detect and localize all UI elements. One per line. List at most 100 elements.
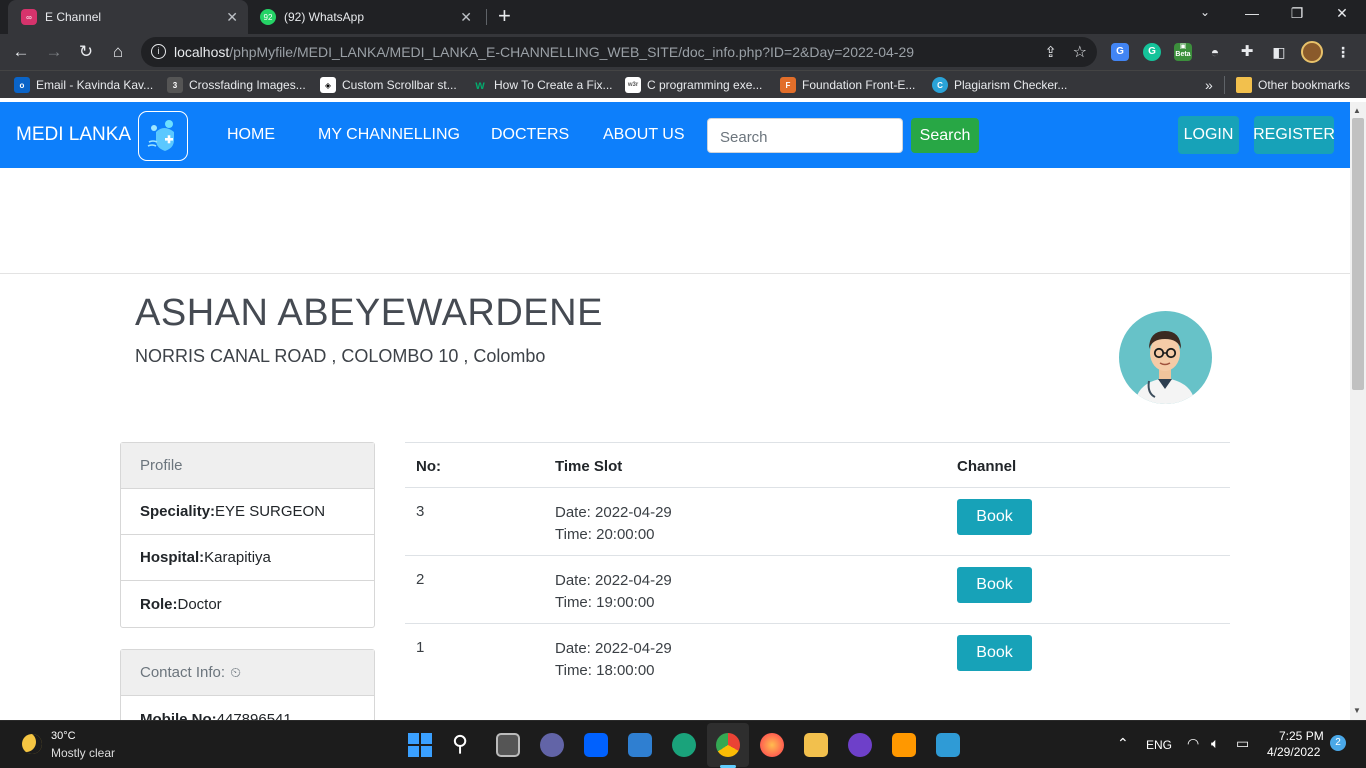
- doctor-name: ASHAN ABEYEWARDENE: [135, 292, 603, 334]
- tab-e-channel[interactable]: ∞ E Channel ✕: [8, 0, 248, 34]
- weather-temp[interactable]: 30°C: [51, 730, 76, 742]
- hospital-row: Hospital: Karapitiya: [121, 535, 374, 581]
- search-button[interactable]: Search: [911, 118, 979, 153]
- slot-hour: Time: 20:00:00: [555, 526, 655, 543]
- slot-time: Date: 2022-04-29 Time: 20:00:00: [555, 502, 672, 546]
- browser-menu-icon[interactable]: ⋮: [1334, 43, 1352, 61]
- slot-no: 2: [416, 571, 425, 588]
- beta-extension-icon[interactable]: ▣ Beta: [1174, 43, 1192, 61]
- language-indicator[interactable]: ENG: [1146, 738, 1172, 752]
- scrollbar-thumb[interactable]: [1352, 118, 1364, 390]
- bookmark-item[interactable]: 3 Crossfading Images...: [167, 76, 306, 94]
- book-button[interactable]: Book: [957, 635, 1032, 671]
- other-bookmarks[interactable]: Other bookmarks: [1236, 76, 1350, 94]
- extensions-puzzle-icon[interactable]: ✚: [1238, 43, 1256, 61]
- restore-button[interactable]: ❐: [1285, 5, 1309, 22]
- notification-badge[interactable]: 2: [1330, 735, 1346, 751]
- profile-avatar-icon[interactable]: [1301, 41, 1323, 63]
- share-icon[interactable]: ⇪: [1044, 43, 1057, 61]
- nav-home[interactable]: HOME: [227, 126, 275, 144]
- site-brand[interactable]: MEDI LANKA: [16, 124, 131, 146]
- tab-search-icon[interactable]: ⌄: [1193, 5, 1217, 19]
- clock-date[interactable]: 4/29/2022: [1267, 745, 1320, 759]
- medi-lanka-logo-icon[interactable]: [138, 111, 188, 161]
- nav-doctors[interactable]: DOCTERS: [491, 126, 569, 144]
- hospital-label: Hospital:: [140, 549, 205, 566]
- url-path: /phpMyfile/MEDI_LANKA/MEDI_LANKA_E-CHANN…: [229, 44, 915, 60]
- bookmark-item[interactable]: w3r C programming exe...: [625, 76, 762, 94]
- file-explorer-icon[interactable]: [804, 733, 828, 757]
- codepen-icon: ◈: [320, 77, 336, 93]
- edge-icon[interactable]: [672, 733, 696, 757]
- task-view-icon[interactable]: [496, 733, 520, 757]
- bookmark-label: Email - Kavinda Kav...: [36, 78, 154, 92]
- slot-hour: Time: 19:00:00: [555, 594, 655, 611]
- google-translate-icon[interactable]: G: [1111, 43, 1129, 61]
- bookmark-item[interactable]: ◈ Custom Scrollbar st...: [320, 76, 457, 94]
- bookmark-item[interactable]: C Plagiarism Checker...: [932, 76, 1067, 94]
- back-icon[interactable]: ←: [10, 41, 32, 63]
- bookmarks-overflow[interactable]: »: [1205, 76, 1213, 94]
- tab-divider: [486, 9, 487, 25]
- search-input[interactable]: Search: [707, 118, 903, 153]
- clock-time[interactable]: 7:25 PM: [1279, 729, 1324, 743]
- notepad-icon[interactable]: [936, 733, 960, 757]
- mobile-row: Mobile No: 447896541: [121, 696, 374, 721]
- close-window-button[interactable]: ✕: [1330, 5, 1354, 22]
- slot-hour: Time: 18:00:00: [555, 662, 655, 679]
- grammarly-icon[interactable]: G: [1143, 43, 1161, 61]
- chevron-up-icon[interactable]: ⌃: [1117, 735, 1129, 752]
- scroll-up-icon[interactable]: ▲: [1353, 106, 1361, 115]
- sublime-text-icon[interactable]: [892, 733, 916, 757]
- book-button[interactable]: Book: [957, 567, 1032, 603]
- contact-card-header: Contact Info: ⏲: [121, 650, 374, 696]
- book-button[interactable]: Book: [957, 499, 1032, 535]
- address-bar[interactable]: i localhost/phpMyfile/MEDI_LANKA/MEDI_LA…: [141, 37, 1097, 67]
- reload-icon[interactable]: ↻: [75, 41, 97, 63]
- bookmark-item[interactable]: w How To Create a Fix...: [472, 76, 613, 94]
- firefox-icon[interactable]: [760, 733, 784, 757]
- bookmark-star-icon[interactable]: ☆: [1073, 42, 1087, 62]
- teams-chat-icon[interactable]: [540, 733, 564, 757]
- bookmark-label: Crossfading Images...: [189, 78, 306, 92]
- windows-start-icon[interactable]: [408, 733, 432, 757]
- scroll-down-icon[interactable]: ▼: [1353, 706, 1361, 715]
- close-tab-icon[interactable]: ✕: [226, 9, 238, 26]
- close-tab-icon[interactable]: ✕: [460, 9, 472, 26]
- table-row: 2 Date: 2022-04-29 Time: 19:00:00 Book: [405, 556, 1230, 624]
- github-desktop-icon[interactable]: [848, 733, 872, 757]
- weather-moon-icon[interactable]: [22, 734, 42, 754]
- table-row: 3 Date: 2022-04-29 Time: 20:00:00 Book: [405, 488, 1230, 556]
- search-icon[interactable]: ⚲: [452, 733, 476, 757]
- tab-whatsapp[interactable]: 92 (92) WhatsApp ✕: [250, 0, 486, 34]
- bookmark-label: How To Create a Fix...: [494, 78, 613, 92]
- weather-desc[interactable]: Mostly clear: [51, 746, 115, 760]
- battery-icon[interactable]: ▭: [1236, 735, 1249, 752]
- page-scrollbar[interactable]: ▲ ▼: [1350, 102, 1366, 720]
- login-button[interactable]: LOGIN: [1178, 116, 1239, 154]
- forward-icon[interactable]: →: [43, 41, 65, 63]
- chrome-icon[interactable]: [716, 733, 740, 757]
- contact-header-label: Contact Info:: [140, 664, 226, 681]
- wifi-icon[interactable]: ◠: [1187, 735, 1199, 752]
- site-info-icon[interactable]: i: [151, 44, 166, 59]
- side-panel-icon[interactable]: ◧: [1270, 43, 1288, 61]
- nav-my-channelling[interactable]: MY CHANNELLING: [318, 126, 460, 144]
- new-tab-button[interactable]: +: [498, 3, 511, 29]
- home-icon[interactable]: ⌂: [107, 41, 129, 63]
- bookmark-item[interactable]: F Foundation Front-E...: [780, 76, 915, 94]
- css3-icon: 3: [167, 77, 183, 93]
- windows-taskbar: 30°C Mostly clear ⚲ ⌃ ENG ◠ 🔈︎ ▭ 7:25 PM…: [0, 720, 1366, 768]
- url-host: localhost: [174, 44, 230, 60]
- minimize-button[interactable]: —: [1240, 5, 1264, 21]
- register-button[interactable]: REGISTER: [1253, 116, 1335, 154]
- mail-icon[interactable]: [628, 733, 652, 757]
- volume-icon[interactable]: 🔈︎: [1211, 735, 1219, 752]
- hospital-value: Karapitiya: [204, 549, 271, 566]
- nav-about-us[interactable]: ABOUT US: [603, 126, 685, 144]
- w3resource-icon: w3r: [625, 77, 641, 93]
- vpn-extension-icon[interactable]: ◓: [1206, 43, 1224, 61]
- slot-date: Date: 2022-04-29: [555, 504, 672, 521]
- bookmark-item[interactable]: o Email - Kavinda Kav...: [14, 76, 153, 94]
- dropbox-icon[interactable]: [584, 733, 608, 757]
